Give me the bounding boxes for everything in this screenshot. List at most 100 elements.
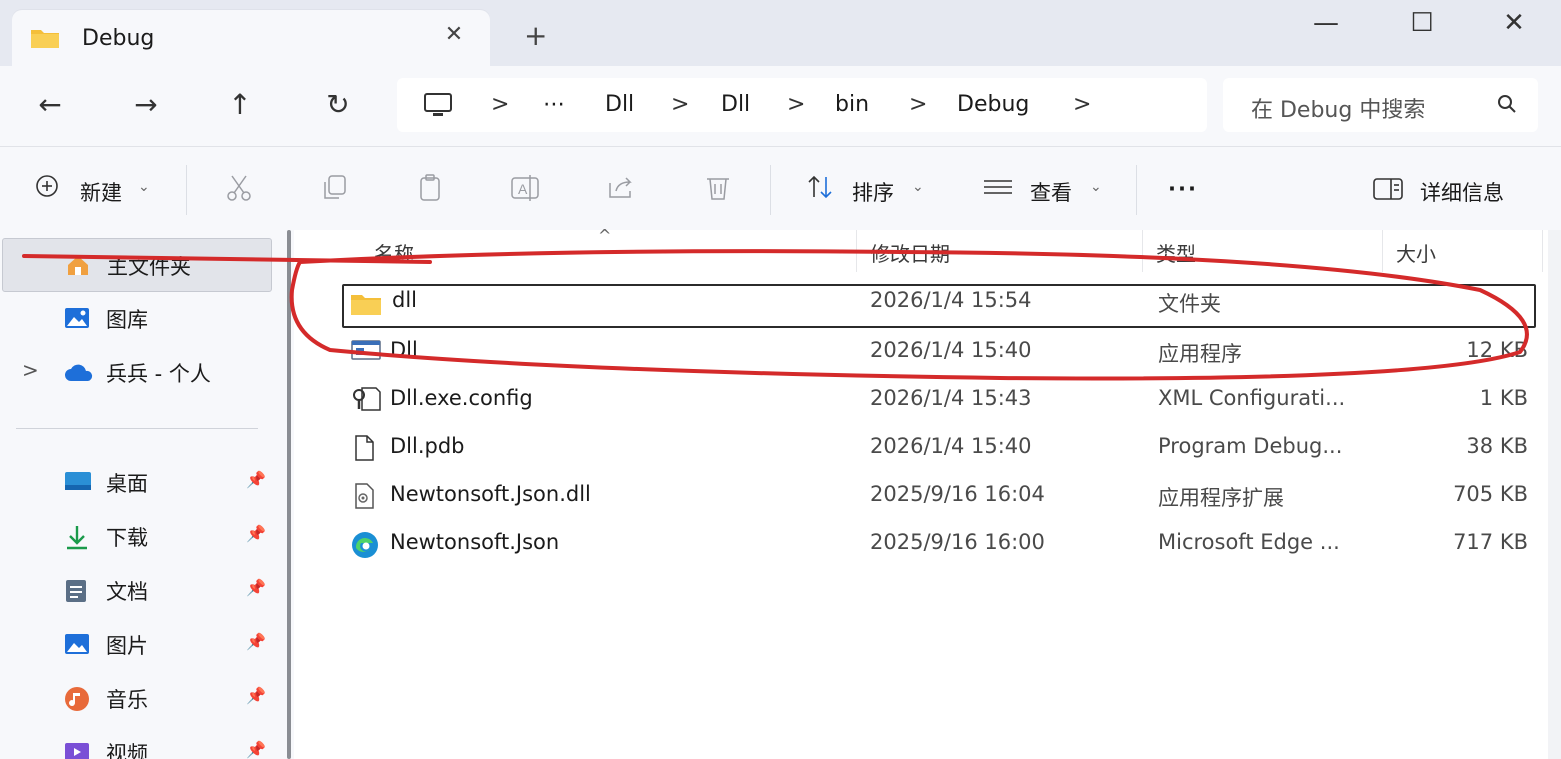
file-list-scrollbar[interactable]	[1548, 230, 1561, 759]
refresh-button[interactable]: ↻	[318, 88, 358, 121]
column-divider[interactable]	[856, 230, 857, 272]
pin-icon[interactable]: 📌	[246, 632, 266, 651]
forward-button[interactable]: →	[126, 88, 166, 121]
sidebar-divider	[16, 428, 258, 429]
pin-icon[interactable]: 📌	[246, 740, 266, 759]
file-name: Dll.exe.config	[390, 386, 533, 410]
pin-icon[interactable]: 📌	[246, 524, 266, 543]
sidebar-item-home[interactable]: 主文件夹	[2, 238, 272, 292]
view-button[interactable]: 查看	[1030, 177, 1072, 207]
sidebar-item-documents[interactable]: 文档 📌	[0, 564, 272, 616]
download-icon	[67, 526, 87, 550]
tab-close-button[interactable]: ✕	[440, 22, 468, 47]
sort-button[interactable]: 排序	[852, 177, 894, 207]
toolbar-divider	[186, 165, 187, 215]
new-tab-button[interactable]: +	[524, 22, 547, 50]
file-type: Microsoft Edge ...	[1158, 530, 1340, 554]
music-icon	[65, 687, 89, 711]
plus-circle-icon	[36, 175, 58, 197]
column-divider[interactable]	[1542, 230, 1543, 272]
file-modified: 2026/1/4 15:40	[870, 338, 1032, 362]
maximize-button[interactable]: ☐	[1392, 8, 1452, 48]
copy-icon[interactable]	[320, 173, 350, 203]
new-button[interactable]: 新建	[80, 177, 122, 207]
pin-icon[interactable]: 📌	[246, 578, 266, 597]
sidebar-item-gallery[interactable]: 图库	[0, 292, 272, 344]
desktop-icon	[65, 472, 91, 490]
file-modified: 2026/1/4 15:43	[870, 386, 1032, 410]
config-icon	[353, 387, 381, 411]
share-icon[interactable]	[606, 173, 636, 203]
sidebar-item-onedrive[interactable]: > 兵兵 - 个人	[0, 346, 272, 398]
sidebar-item-desktop[interactable]: 桌面 📌	[0, 456, 272, 508]
column-divider[interactable]	[1142, 230, 1143, 272]
expand-chevron-icon[interactable]: >	[22, 358, 39, 382]
close-window-button[interactable]: ✕	[1484, 8, 1544, 48]
minimize-button[interactable]: —	[1296, 8, 1356, 48]
pin-icon[interactable]: 📌	[246, 470, 266, 489]
breadcrumb-debug[interactable]: Debug	[957, 92, 1029, 117]
table-row[interactable]: dll 2026/1/4 15:54 文件夹	[342, 284, 1536, 328]
column-header-type[interactable]: 类型	[1156, 238, 1196, 267]
sidebar-item-music[interactable]: 音乐 📌	[0, 672, 272, 724]
sidebar-item-label: 图片	[106, 634, 148, 658]
breadcrumb-separator: >	[787, 92, 806, 117]
column-divider[interactable]	[1382, 230, 1383, 272]
breadcrumb-dll[interactable]: Dll	[721, 92, 750, 117]
paste-icon[interactable]	[416, 173, 446, 203]
address-bar[interactable]: > ⋯ Dll > Dll > bin > Debug >	[397, 78, 1207, 132]
tab-debug[interactable]: Debug ✕	[12, 10, 490, 66]
pin-icon[interactable]: 📌	[246, 686, 266, 705]
videos-icon	[65, 743, 89, 759]
breadcrumb-overflow[interactable]: ⋯	[543, 92, 565, 117]
delete-icon[interactable]	[704, 173, 732, 203]
search-placeholder: 在 Debug 中搜索	[1251, 98, 1426, 123]
rename-icon[interactable]: A	[510, 173, 542, 203]
sidebar-scrollbar-thumb[interactable]	[287, 230, 291, 759]
sidebar-item-videos[interactable]: 视频 📌	[0, 726, 272, 759]
up-button[interactable]: ↑	[220, 88, 260, 121]
column-header-size[interactable]: 大小	[1396, 238, 1436, 267]
file-size: 1 KB	[1479, 386, 1528, 410]
sidebar-item-label: 桌面	[106, 472, 148, 496]
sidebar-item-pictures[interactable]: 图片 📌	[0, 618, 272, 670]
table-row[interactable]: Dll.pdb 2026/1/4 15:40 Program Debug... …	[342, 428, 1536, 468]
toolbar-divider	[770, 165, 771, 215]
sidebar-item-label: 音乐	[106, 688, 148, 712]
chevron-down-icon: ⌄	[912, 179, 924, 195]
file-name: Newtonsoft.Json.dll	[390, 482, 591, 506]
file-size: 717 KB	[1453, 530, 1528, 554]
back-button[interactable]: ←	[30, 88, 70, 121]
sidebar-item-downloads[interactable]: 下载 📌	[0, 510, 272, 562]
sidebar-item-label: 文档	[106, 580, 148, 604]
details-button[interactable]: 详细信息	[1420, 177, 1504, 207]
table-row[interactable]: Newtonsoft.Json 2025/9/16 16:00 Microsof…	[342, 524, 1536, 564]
home-icon	[68, 256, 88, 275]
breadcrumb-separator: >	[671, 92, 690, 117]
svg-text:A: A	[518, 181, 528, 197]
file-type: 应用程序	[1158, 342, 1242, 366]
sidebar-item-label: 下载	[106, 526, 148, 550]
table-row[interactable]: Dll.exe.config 2026/1/4 15:43 XML Config…	[342, 380, 1536, 420]
search-icon	[1498, 95, 1516, 113]
file-type: Program Debug...	[1158, 434, 1343, 458]
dll-icon	[355, 483, 374, 509]
sidebar-item-label: 兵兵 - 个人	[106, 362, 211, 386]
file-name: Dll	[390, 338, 418, 362]
search-box[interactable]: 在 Debug 中搜索	[1223, 78, 1538, 132]
breadcrumb-dll[interactable]: Dll	[605, 92, 634, 117]
more-options-button[interactable]: ···	[1168, 177, 1198, 201]
breadcrumb-separator: >	[491, 92, 510, 117]
breadcrumb-separator: >	[909, 92, 928, 117]
column-header-modified[interactable]: 修改日期	[870, 238, 950, 267]
exe-icon	[351, 340, 381, 360]
table-row[interactable]: Newtonsoft.Json.dll 2025/9/16 16:04 应用程序…	[342, 476, 1536, 516]
cut-icon[interactable]	[224, 173, 254, 203]
table-row[interactable]: Dll 2026/1/4 15:40 应用程序 12 KB	[342, 332, 1536, 372]
documents-icon	[66, 580, 86, 602]
file-list: ^ 名称 修改日期 类型 大小 dll 2026/1/4 15:54 文件夹 D…	[294, 226, 1561, 759]
file-modified: 2026/1/4 15:40	[870, 434, 1032, 458]
breadcrumb-bin[interactable]: bin	[835, 92, 869, 117]
column-header-name[interactable]: 名称	[374, 238, 414, 267]
chevron-down-icon: ⌄	[1090, 179, 1102, 195]
